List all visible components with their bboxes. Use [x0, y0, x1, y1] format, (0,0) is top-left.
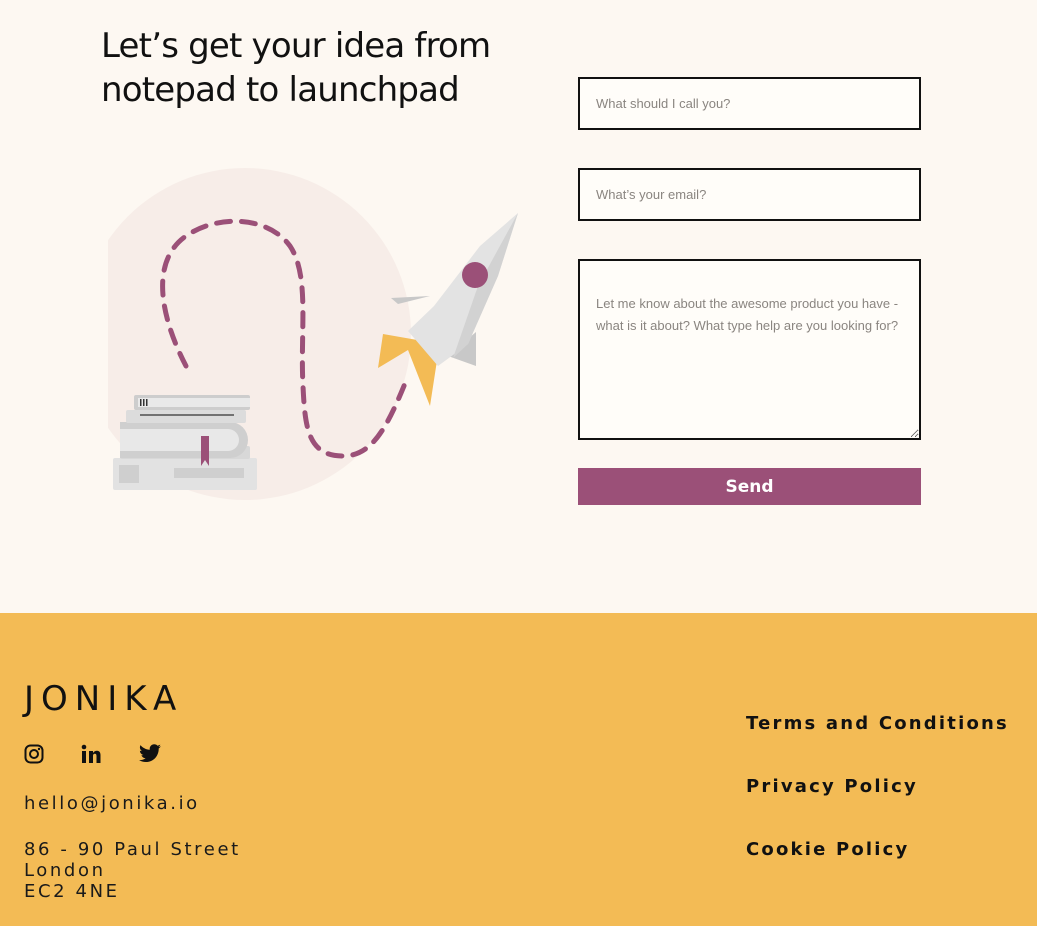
rocket-illustration: [108, 168, 518, 500]
twitter-icon: [138, 744, 161, 762]
title-line: notepad to launchpad: [101, 70, 460, 110]
address-line: 86 - 90 Paul Street: [24, 839, 241, 860]
title-line: Let’s get your idea from: [101, 26, 491, 66]
contact-email-link[interactable]: hello@jonika.io: [24, 793, 200, 814]
instagram-link[interactable]: [24, 744, 48, 768]
instagram-icon: [24, 744, 44, 764]
address-line: London: [24, 860, 106, 881]
name-input[interactable]: [578, 77, 921, 130]
privacy-policy-link[interactable]: Privacy Policy: [746, 776, 918, 798]
site-footer: JONIKA hello@jonika.io 86 - 90 Paul Stre…: [0, 613, 1037, 926]
brand-logo: JONIKA: [24, 679, 184, 719]
books-stack-icon: [113, 395, 257, 490]
postal-address: 86 - 90 Paul Street London EC2 4NE: [24, 839, 241, 902]
twitter-link[interactable]: [138, 744, 162, 768]
address-line: EC2 4NE: [24, 881, 120, 902]
linkedin-icon: [81, 744, 101, 763]
cookie-policy-link[interactable]: Cookie Policy: [746, 839, 909, 861]
send-button[interactable]: Send: [578, 468, 921, 505]
email-input[interactable]: [578, 168, 921, 221]
page-title: Let’s get your idea from notepad to laun…: [101, 24, 541, 112]
message-textarea[interactable]: [578, 259, 921, 440]
linkedin-link[interactable]: [81, 744, 105, 768]
terms-link[interactable]: Terms and Conditions: [746, 713, 1009, 735]
